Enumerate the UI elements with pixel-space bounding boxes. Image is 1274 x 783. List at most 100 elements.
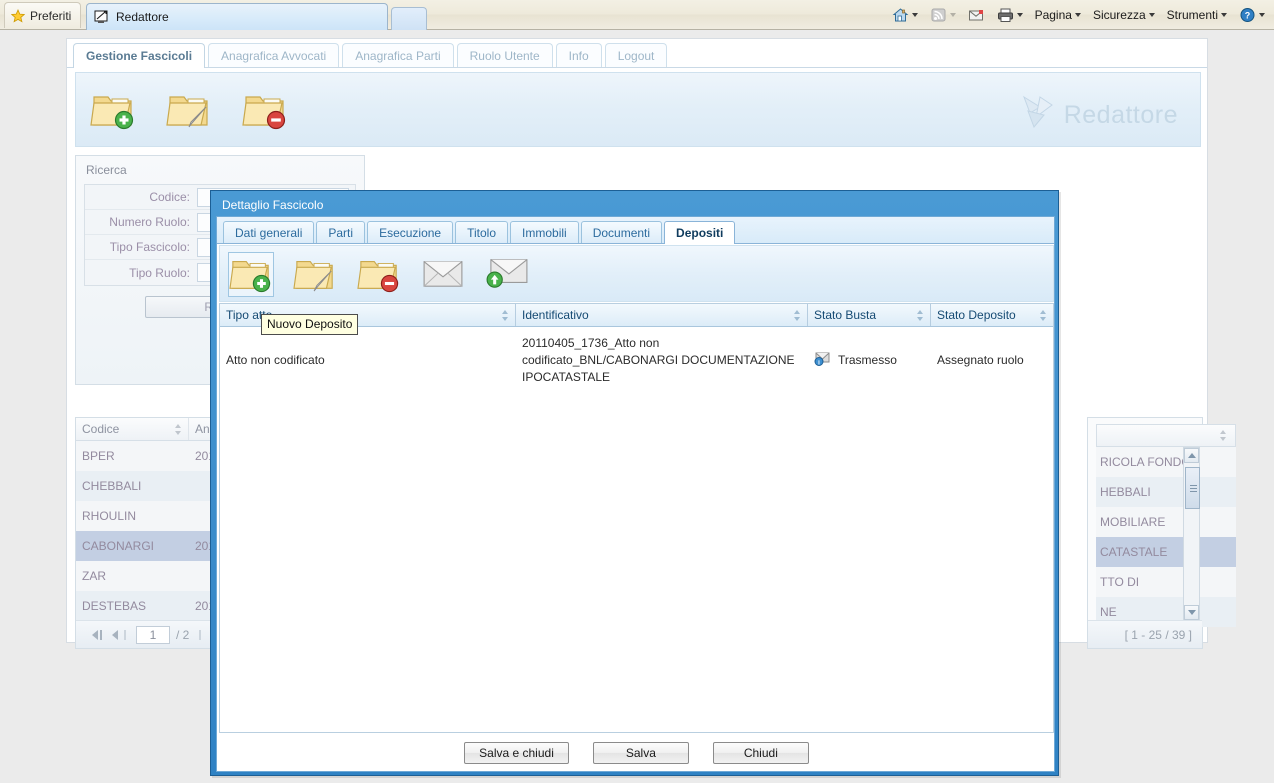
cell-stato-busta: i Trasmesso — [808, 350, 931, 371]
tab-anagrafica-avvocati[interactable]: Anagrafica Avvocati — [208, 43, 340, 67]
tab-esecuzione[interactable]: Esecuzione — [367, 221, 454, 243]
cell-codice: DESTEBAS — [82, 599, 147, 613]
browser-tab-redattore[interactable]: Redattore — [86, 3, 388, 30]
cell-codice: BPER — [82, 449, 115, 463]
column-header-identificativo[interactable]: Identificativo — [516, 304, 808, 326]
tab-anagrafica-parti[interactable]: Anagrafica Parti — [342, 43, 454, 67]
star-icon — [11, 8, 25, 23]
column-label: Stato Busta — [814, 308, 877, 322]
tab-label: Anagrafica Avvocati — [221, 48, 327, 63]
list-item[interactable]: RICOLA FONDO — [1096, 447, 1236, 477]
new-tab-button[interactable] — [391, 7, 427, 30]
chevron-down-icon — [1221, 12, 1227, 17]
list-item[interactable]: HEBBALI — [1096, 477, 1236, 507]
previous-page-icon[interactable] — [112, 629, 118, 640]
first-page-bar — [100, 629, 102, 640]
send-envelope-button[interactable] — [484, 252, 530, 297]
scroll-up-button[interactable] — [1184, 448, 1199, 463]
tools-menu-label: Strumenti — [1166, 7, 1218, 22]
envelope-button[interactable] — [420, 252, 466, 297]
tab-label: Logout — [617, 48, 655, 63]
chevron-down-icon — [1259, 12, 1265, 17]
search-panel-title: Ricerca — [86, 163, 127, 177]
tab-label: Gestione Fascicoli — [86, 49, 193, 63]
salva-button[interactable]: Salva — [592, 742, 689, 764]
stato-busta-label: Trasmesso — [838, 352, 897, 367]
tab-label: Info — [568, 48, 589, 63]
chevron-up-icon — [1187, 453, 1196, 458]
ricerca-results-grid: RICOLA FONDO HEBBALI MOBILIARE CATASTALE… — [1087, 417, 1236, 649]
sort-arrows-icon — [175, 423, 182, 435]
page-number-input[interactable] — [136, 625, 170, 644]
vertical-scrollbar[interactable] — [1183, 447, 1200, 621]
edit-deposit-button[interactable] — [292, 252, 338, 297]
dialog-title-bar[interactable]: Dettaglio Fascicolo — [214, 194, 1055, 215]
dialog-title: Dettaglio Fascicolo — [222, 197, 324, 212]
edit-folder-button[interactable] — [166, 87, 212, 134]
dialog-tab-bar: Dati generali Parti Esecuzione Titolo Im… — [217, 217, 1054, 244]
column-header-codice[interactable]: Codice — [76, 418, 189, 440]
column-header-stato-deposito[interactable]: Stato Deposito — [931, 304, 1053, 326]
print-button[interactable] — [992, 4, 1028, 26]
favorites-button[interactable]: Preferiti — [4, 2, 82, 28]
tab-depositi[interactable]: Depositi — [664, 221, 736, 244]
tab-ruolo-utente[interactable]: Ruolo Utente — [456, 43, 553, 67]
tab-immobili[interactable]: Immobili — [510, 221, 579, 243]
delete-deposit-button[interactable] — [356, 252, 402, 297]
new-deposit-button[interactable] — [228, 252, 274, 297]
dettaglio-fascicolo-dialog: Dettaglio Fascicolo Dati generali Parti … — [210, 190, 1059, 776]
tab-logout[interactable]: Logout — [604, 43, 668, 67]
scrollbar-thumb[interactable] — [1185, 467, 1200, 509]
salva-e-chiudi-button[interactable]: Salva e chiudi — [464, 742, 569, 764]
right-column-header[interactable] — [1096, 424, 1236, 447]
home-button[interactable] — [887, 4, 923, 26]
feeds-button[interactable] — [925, 4, 961, 26]
tab-documenti[interactable]: Documenti — [580, 221, 663, 243]
security-menu[interactable]: Sicurezza — [1088, 5, 1160, 25]
dialog-body: Dati generali Parti Esecuzione Titolo Im… — [216, 216, 1055, 772]
tab-label: Dati generali — [235, 225, 303, 240]
label-codice: Codice: — [149, 190, 190, 204]
list-item[interactable]: MOBILIARE — [1096, 507, 1236, 537]
tab-info[interactable]: Info — [555, 43, 602, 67]
first-page-icon[interactable] — [92, 629, 98, 640]
help-icon: ? — [1239, 7, 1256, 23]
page-menu-label: Pagina — [1034, 7, 1072, 22]
edit-folder-icon — [166, 96, 212, 134]
chevron-down-icon — [911, 12, 918, 17]
tab-gestione-fascicoli[interactable]: Gestione Fascicoli — [73, 43, 206, 68]
dialog-toolbar — [219, 245, 1054, 302]
tab-parti[interactable]: Parti — [316, 221, 366, 243]
tab-titolo[interactable]: Titolo — [455, 221, 509, 243]
cell-stato-deposito: Assegnato ruolo — [937, 352, 1024, 367]
new-folder-button[interactable] — [90, 87, 136, 134]
transmitted-envelope-icon: i — [814, 350, 832, 371]
security-menu-label: Sicurezza — [1092, 7, 1146, 22]
mail-button[interactable] — [963, 4, 990, 26]
table-row[interactable]: Atto non codificato 20110405_1736_Atto n… — [220, 327, 1053, 387]
help-menu[interactable]: ? — [1234, 4, 1270, 26]
send-envelope-icon — [485, 255, 529, 294]
column-label: Identificativo — [522, 308, 589, 322]
tools-menu[interactable]: Strumenti — [1162, 5, 1232, 25]
page-content: Gestione Fascicoli Anagrafica Avvocati A… — [0, 30, 1274, 783]
tab-label: Depositi — [676, 226, 724, 240]
list-item[interactable]: CATASTALE — [1096, 537, 1236, 567]
tab-dati-generali[interactable]: Dati generali — [223, 221, 315, 243]
page-menu[interactable]: Pagina — [1030, 5, 1086, 25]
dialog-footer: Salva e chiudi Salva Chiudi — [219, 737, 1054, 769]
feeds-icon — [930, 7, 947, 23]
column-header-stato-busta[interactable]: Stato Busta — [808, 304, 931, 326]
home-icon — [892, 7, 909, 23]
label-numero-ruolo: Numero Ruolo: — [109, 215, 190, 229]
redattore-watermark: Redattore — [1020, 93, 1178, 138]
edit-deposit-icon — [293, 252, 337, 297]
scroll-down-button[interactable] — [1184, 605, 1199, 620]
mail-icon — [968, 7, 985, 23]
tab-label: Parti — [328, 225, 354, 240]
list-item[interactable]: TTO DI — [1096, 567, 1236, 597]
chiudi-button[interactable]: Chiudi — [712, 742, 809, 764]
right-grid-inner: RICOLA FONDO HEBBALI MOBILIARE CATASTALE… — [1096, 424, 1236, 627]
delete-folder-button[interactable] — [242, 87, 288, 134]
sort-arrows-icon — [1220, 430, 1227, 441]
